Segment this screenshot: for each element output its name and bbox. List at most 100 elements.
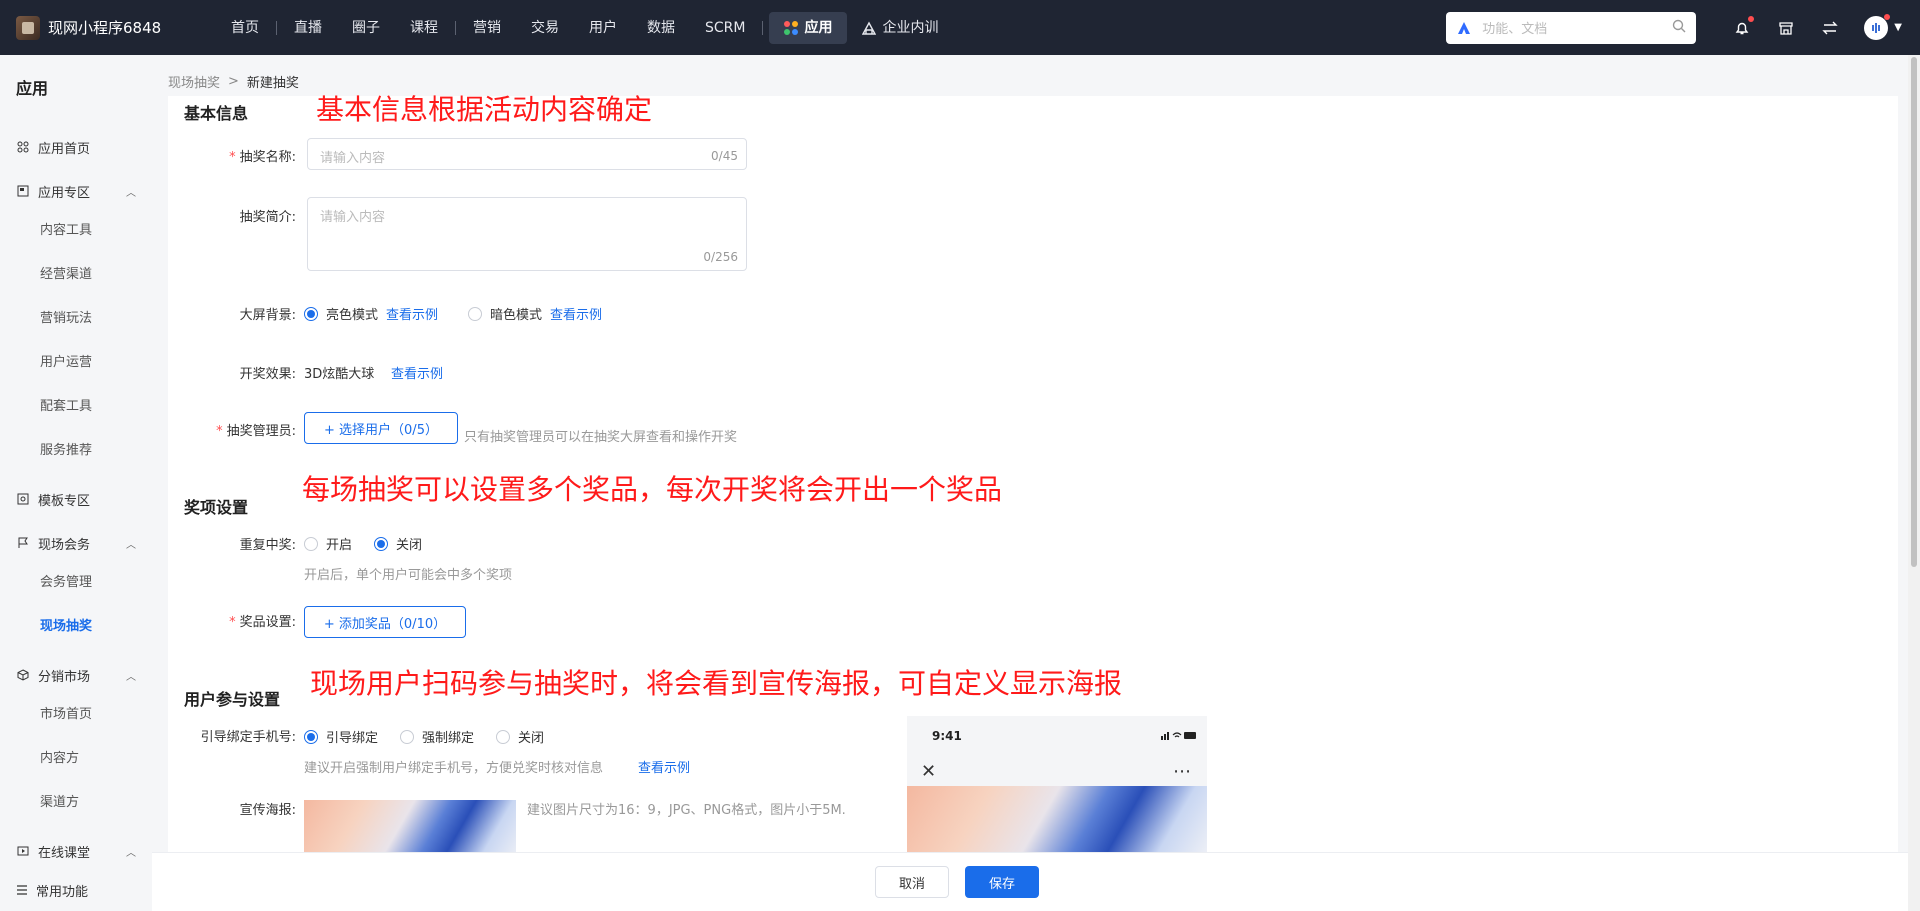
add-prize-button[interactable]: + 添加奖品（0/10）	[304, 606, 466, 638]
bind-phone-label: 引导绑定手机号:	[200, 730, 296, 745]
radio-repeat-on[interactable]	[304, 536, 318, 551]
view-example-link-phone[interactable]: 查看示例	[638, 757, 690, 776]
sidebar-item-app-home[interactable]: 应用首页	[16, 137, 136, 157]
nav-item-marketing[interactable]: 营销	[458, 12, 516, 44]
light-mode-label: 亮色模式	[326, 308, 379, 323]
cancel-button[interactable]: 取消	[875, 866, 949, 898]
sidebar-sub-onsite-lottery[interactable]: 现场抽奖	[40, 615, 92, 635]
view-example-link-light[interactable]: 查看示例	[386, 304, 438, 323]
sidebar-common-functions[interactable]: 常用功能	[0, 869, 152, 911]
radio-repeat-off[interactable]	[374, 536, 389, 551]
view-example-link-dark[interactable]: 查看示例	[550, 304, 602, 323]
breadcrumb-parent[interactable]: 现场抽奖	[168, 72, 220, 91]
lottery-name-input[interactable]: 请输入内容 0/45	[307, 138, 747, 170]
search-icon[interactable]	[1672, 19, 1686, 37]
poster-thumbnail[interactable]	[304, 800, 516, 860]
bell-icon[interactable]	[1732, 15, 1755, 38]
nav-divider	[762, 20, 764, 35]
radio-force-bind[interactable]	[400, 729, 415, 744]
nav-item-course[interactable]: 课程	[395, 12, 453, 44]
search-brand-icon	[1456, 20, 1472, 36]
radio-bind-off[interactable]	[496, 729, 511, 744]
store-icon[interactable]	[1776, 18, 1796, 38]
nav-item-apps[interactable]: 应用	[769, 11, 848, 44]
select-user-button[interactable]: + 选择用户（0/5）	[304, 412, 458, 444]
sidebar-sub-support-tools[interactable]: 配套工具	[40, 395, 92, 415]
lottery-intro-placeholder: 请输入内容	[320, 210, 386, 225]
nav-item-home[interactable]: 首页	[216, 12, 274, 44]
sidebar-sub-content-side[interactable]: 内容方	[40, 747, 79, 767]
sidebar-sub-meeting-mgmt[interactable]: 会务管理	[40, 571, 92, 591]
sidebar-sub-content-tools[interactable]: 内容工具	[40, 219, 92, 239]
section-title-prize: 奖项设置	[184, 498, 249, 517]
notification-dot	[1748, 15, 1755, 22]
sidebar-sub-service-rec[interactable]: 服务推荐	[40, 439, 92, 459]
top-right-tools: 功能、文档 ▼	[1446, 0, 1902, 55]
annotation-basic: 基本信息根据活动内容确定	[316, 93, 653, 126]
brand[interactable]: 现网小程序6848	[16, 15, 216, 40]
radio-dark-mode[interactable]	[468, 306, 483, 321]
sidebar-sub-channels[interactable]: 经营渠道	[40, 263, 92, 283]
search-input[interactable]: 功能、文档	[1446, 11, 1697, 44]
phone-status-bar: 9:41	[907, 716, 1207, 756]
nav-item-training[interactable]: 企业内训	[847, 12, 953, 44]
nav-item-data[interactable]: 数据	[632, 12, 690, 44]
lottery-name-label: * 抽奖名称:	[229, 150, 296, 165]
nav-item-apps-label: 应用	[804, 19, 833, 36]
sidebar-item-distribution[interactable]: 分销市场 ︿	[16, 665, 136, 685]
phone-poster-preview	[907, 786, 1207, 856]
sidebar-sub-marketing[interactable]: 营销玩法	[40, 307, 92, 327]
sidebar-item-template-zone[interactable]: 模板专区	[16, 489, 136, 509]
draw-effect-value: 3D炫酷大球	[304, 367, 375, 382]
sidebar-sub-market-home[interactable]: 市场首页	[40, 703, 92, 723]
sidebar-item-app-zone[interactable]: 应用专区 ︿	[16, 181, 136, 201]
repeat-off-label: 关闭	[396, 538, 423, 553]
nav-divider	[455, 20, 456, 35]
top-nav-bar: 现网小程序6848 首页 直播 圈子 课程 营销 交易 用户 数据 SCRM 应…	[0, 0, 1920, 55]
switch-icon[interactable]	[1820, 18, 1840, 38]
phone-preview: 9:41 ✕ ⋯	[907, 716, 1207, 856]
scrollbar-thumb[interactable]	[1911, 57, 1917, 567]
lottery-admin-hint: 只有抽奖管理员可以在抽奖大屏查看和操作开奖	[464, 430, 738, 445]
chevron-up-icon: ︿	[126, 847, 136, 859]
more-icon: ⋯	[1173, 760, 1191, 782]
nav-item-live[interactable]: 直播	[279, 12, 337, 44]
form-panel: 基本信息 基本信息根据活动内容确定 * 抽奖名称: 请输入内容 0/45 抽奖简介…	[168, 93, 1898, 860]
lottery-intro-label: 抽奖简介:	[239, 210, 296, 225]
brand-name: 现网小程序6848	[48, 19, 162, 37]
sidebar: 应用 应用首页 应用专区 ︿ 内容工具 经营渠道 营销玩法 用户运营 配套工具 …	[0, 55, 166, 911]
force-bind-label: 强制绑定	[422, 731, 475, 746]
chevron-up-icon: ︿	[126, 187, 136, 199]
screen-bg-label: 大屏背景:	[239, 308, 296, 323]
radio-guide-bind[interactable]	[304, 729, 318, 744]
lottery-name-count: 0/45	[711, 149, 738, 163]
nav-item-user[interactable]: 用户	[574, 12, 632, 44]
sidebar-item-label: 应用首页	[38, 141, 91, 157]
dark-mode-label: 暗色模式	[490, 308, 543, 323]
sidebar-item-onsite[interactable]: 现场会务 ︿	[16, 533, 136, 553]
chevron-up-icon: ︿	[126, 671, 136, 683]
sidebar-sub-channel-side[interactable]: 渠道方	[40, 791, 79, 811]
nav-item-scrm[interactable]: SCRM	[690, 12, 760, 44]
avatar[interactable]	[1864, 13, 1891, 40]
bind-off-label: 关闭	[518, 731, 545, 746]
nav-divider	[276, 20, 277, 35]
lottery-intro-textarea[interactable]: 请输入内容 0/256	[307, 197, 747, 271]
sidebar-item-online-class[interactable]: 在线课堂 ︿	[16, 841, 136, 861]
save-button[interactable]: 保存	[965, 866, 1039, 898]
vertical-scrollbar[interactable]	[1908, 55, 1920, 911]
nav-item-trade[interactable]: 交易	[516, 12, 574, 44]
radio-light-mode[interactable]	[304, 306, 318, 321]
repeat-win-hint: 开启后，单个用户可能会中多个奖项	[304, 568, 513, 583]
building-icon	[862, 21, 877, 35]
nav-item-circle[interactable]: 圈子	[337, 12, 395, 44]
annotation-prize: 每场抽奖可以设置多个奖品，每次开奖将会开出一个奖品	[302, 473, 1003, 506]
view-example-link-effect[interactable]: 查看示例	[391, 363, 443, 382]
chevron-down-icon[interactable]: ▼	[1894, 22, 1902, 33]
close-icon: ✕	[921, 760, 937, 782]
classroom-icon	[16, 844, 30, 858]
sidebar-item-label: 模板专区	[38, 493, 91, 509]
sidebar-sub-user-ops[interactable]: 用户运营	[40, 351, 92, 371]
lottery-admin-label: * 抽奖管理员:	[216, 424, 296, 439]
chevron-up-icon: ︿	[126, 539, 136, 551]
